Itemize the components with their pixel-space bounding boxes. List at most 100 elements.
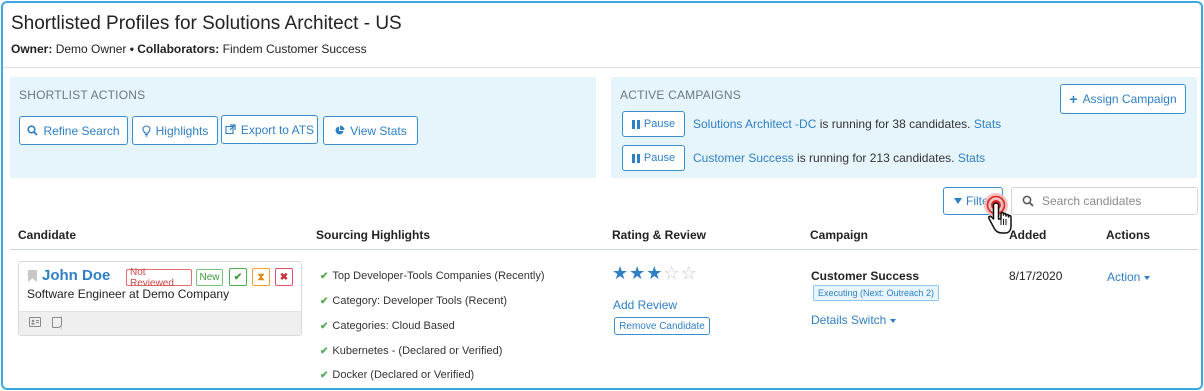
refine-search-label: Refine Search [43,123,120,138]
highlight-text: Kubernetes - (Declared or Verified) [332,345,503,357]
details-switch-label: Details Switch [811,313,887,327]
table-header-divider [10,249,1198,250]
highlights-button[interactable]: Highlights [132,116,218,145]
bookmark-icon[interactable] [28,270,37,282]
pause-icon [631,119,640,129]
assign-campaign-label: Assign Campaign [1082,92,1177,106]
candidate-job-title: Software Engineer at Demo Company [27,287,230,301]
remove-candidate-button[interactable]: Remove Candidate [614,317,710,335]
campaign-stats-link[interactable]: Stats [958,151,985,165]
shortlist-actions-panel: SHORTLIST ACTIONS Refine Search Highligh… [10,77,596,178]
highlight-text: Docker (Declared or Verified) [332,369,475,381]
search-icon [27,125,39,136]
pie-chart-icon [335,125,345,135]
check-icon: ✔ [320,270,329,282]
campaign-running-text: is running for 213 candidates. [793,151,958,165]
highlight-item: ✔ Categories: Cloud Based [320,320,455,332]
owner-label: Owner: [11,42,53,56]
check-icon: ✔ [320,369,329,381]
owner-line: Owner: Demo Owner • Collaborators: Finde… [11,42,367,56]
column-header-sourcing-highlights: Sourcing Highlights [316,228,430,242]
highlight-item: ✔ Top Developer-Tools Companies (Recently… [320,270,545,282]
hand-cursor-icon [984,193,1012,234]
pause-label: Pause [643,118,676,130]
highlight-text: Category: Developer Tools (Recent) [332,295,508,307]
candidate-name[interactable]: John Doe [42,267,110,284]
search-input[interactable] [1042,192,1192,210]
view-stats-button[interactable]: View Stats [323,116,418,145]
filter-icon [954,198,962,204]
candidate-card: John Doe Not Reviewed New ✔ ⧗ ✖ Software… [18,261,302,336]
highlight-item: ✔ Category: Developer Tools (Recent) [320,295,507,307]
plus-icon: + [1069,91,1078,107]
external-link-icon [225,124,236,135]
reject-button[interactable]: ✖ [275,268,293,286]
search-box[interactable] [1011,187,1198,215]
campaign-link[interactable]: Solutions Architect -DC [693,117,816,131]
star-empty-icon[interactable]: ☆ [681,264,697,282]
note-icon[interactable] [52,317,62,328]
export-to-ats-button[interactable]: Export to ATS [221,115,318,144]
close-icon: ✖ [279,271,289,283]
shortlist-actions-title: SHORTLIST ACTIONS [19,88,146,102]
status-badge: Not Reviewed [126,267,192,289]
assign-campaign-button[interactable]: + Assign Campaign [1060,84,1186,114]
app-frame: Shortlisted Profiles for Solutions Archi… [1,1,1203,390]
check-icon: ✔ [320,320,329,332]
caret-down-icon [1144,275,1151,280]
highlight-item: ✔ Kubernetes - (Declared or Verified) [320,345,502,357]
campaign-row: Pause Solutions Architect -DC is running… [622,111,1001,137]
column-header-actions: Actions [1106,228,1151,242]
added-date: 8/17/2020 [1009,269,1063,283]
highlights-label: Highlights [155,123,209,138]
campaign-running-text: is running for 38 candidates. [816,117,974,131]
action-dropdown[interactable]: Action [1107,270,1151,284]
approve-button[interactable]: ✔ [229,268,247,286]
check-icon: ✔ [233,271,243,283]
campaign-description: Solutions Architect -DC is running for 3… [693,117,1001,131]
search-icon [1022,195,1034,207]
details-switch-dropdown[interactable]: Details Switch [811,313,897,327]
star-empty-icon[interactable]: ☆ [663,264,679,282]
check-icon: ✔ [320,295,329,307]
column-header-candidate: Candidate [18,228,77,242]
campaign-description: Customer Success is running for 213 cand… [693,151,985,165]
header-divider [3,67,1201,68]
hold-button[interactable]: ⧗ [252,268,270,286]
bullet-separator: • [129,42,134,56]
pause-button[interactable]: Pause [622,111,685,137]
caret-down-icon [890,318,897,323]
hourglass-icon: ⧗ [257,271,265,283]
view-stats-label: View Stats [350,123,407,138]
collaborators-label: Collaborators: [137,42,220,56]
star-filled-icon[interactable]: ★ [629,264,645,282]
campaign-link[interactable]: Customer Success [693,151,794,165]
candidate-card-footer [19,311,301,335]
active-campaigns-title: ACTIVE CAMPAIGNS [620,88,741,102]
collaborators-value: Findem Customer Success [222,42,367,56]
campaign-status-badge: Executing (Next: Outreach 2) [813,285,940,301]
page-title: Shortlisted Profiles for Solutions Archi… [11,13,402,34]
column-header-rating-review: Rating & Review [612,228,707,242]
action-label: Action [1107,270,1141,284]
star-filled-icon[interactable]: ★ [646,264,662,282]
highlight-text: Top Developer-Tools Companies (Recently) [332,270,545,282]
check-icon: ✔ [320,345,329,357]
owner-value: Demo Owner [55,42,127,56]
campaign-row: Pause Customer Success is running for 21… [622,145,985,171]
star-filled-icon[interactable]: ★ [612,264,628,282]
highlight-item: ✔ Docker (Declared or Verified) [320,369,474,381]
pause-button[interactable]: Pause [622,145,685,171]
profile-card-icon[interactable] [29,317,41,327]
lightbulb-icon [142,124,151,137]
star-rating[interactable]: ★ ★ ★ ☆ ☆ [612,264,697,282]
active-campaigns-panel: ACTIVE CAMPAIGNS + Assign Campaign Pause… [611,77,1197,178]
pause-label: Pause [643,152,676,164]
campaign-stats-link[interactable]: Stats [974,117,1001,131]
new-badge: New [196,269,223,286]
highlight-text: Categories: Cloud Based [332,320,455,332]
export-to-ats-label: Export to ATS [240,122,315,137]
refine-search-button[interactable]: Refine Search [19,116,128,145]
pause-icon [631,153,640,163]
add-review-link[interactable]: Add Review [613,298,677,312]
